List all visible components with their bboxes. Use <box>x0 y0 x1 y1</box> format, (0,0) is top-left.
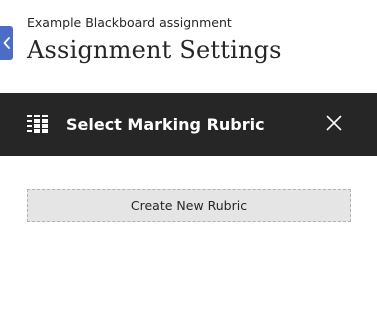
chevron-left-icon <box>3 37 11 49</box>
close-icon <box>326 115 342 136</box>
page: Example Blackboard assignment Assignment… <box>0 0 377 331</box>
create-new-rubric-button[interactable]: Create New Rubric <box>27 189 351 222</box>
page-title: Assignment Settings <box>27 36 282 64</box>
course-name: Example Blackboard assignment <box>27 15 232 30</box>
panel-header: Select Marking Rubric <box>0 93 377 156</box>
panel-title: Select Marking Rubric <box>66 115 265 134</box>
back-button[interactable] <box>0 26 13 60</box>
close-button[interactable] <box>322 113 346 137</box>
rubric-grid-icon <box>27 114 49 136</box>
